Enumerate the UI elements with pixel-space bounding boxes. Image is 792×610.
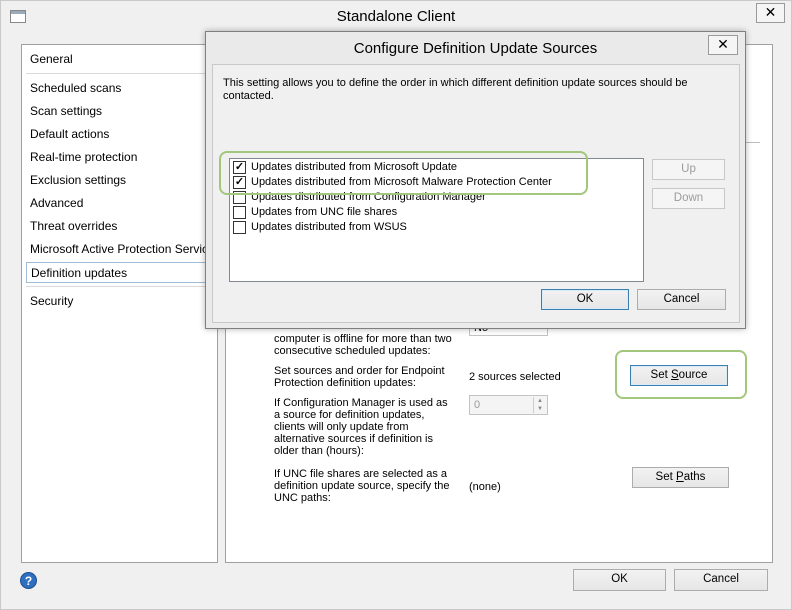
settings-nav-list: General Scheduled scans Scan settings De…	[21, 44, 218, 563]
ok-button[interactable]: OK	[573, 569, 666, 591]
cm-hours-value: 0	[474, 399, 481, 411]
nav-item-definition-updates[interactable]: Definition updates	[26, 262, 214, 283]
checked-sources-highlight	[219, 151, 588, 195]
nav-item-threat-overrides[interactable]: Threat overrides	[30, 216, 218, 237]
set-source-highlight	[615, 350, 747, 399]
nav-separator	[26, 286, 211, 287]
unc-paths-label: If UNC file shares are selected as a def…	[274, 468, 450, 504]
help-icon[interactable]: ?	[20, 572, 37, 589]
nav-item-real-time-protection[interactable]: Real-time protection	[30, 147, 218, 168]
nav-separator	[26, 73, 211, 74]
set-paths-label: Set	[655, 471, 677, 483]
group-divider	[746, 142, 760, 143]
dialog-description: This setting allows you to define the or…	[223, 77, 688, 102]
window-close-button[interactable]: ✕	[756, 3, 785, 23]
nav-item-maps[interactable]: Microsoft Active Protection Service	[30, 239, 218, 260]
move-down-button[interactable]: Down	[652, 188, 725, 209]
nav-item-general[interactable]: General	[30, 49, 218, 70]
configure-sources-dialog: Configure Definition Update Sources ✕ Th…	[205, 31, 746, 329]
dialog-close-button[interactable]: ✕	[708, 35, 738, 55]
move-up-button[interactable]: Up	[652, 159, 725, 180]
source-label: Updates distributed from WSUS	[251, 221, 407, 233]
checkbox-unchecked-icon[interactable]	[233, 206, 246, 219]
nav-item-exclusion-settings[interactable]: Exclusion settings	[30, 170, 218, 191]
nav-item-security[interactable]: Security	[30, 291, 218, 312]
nav-item-scan-settings[interactable]: Scan settings	[30, 101, 218, 122]
title-bar: Standalone Client ✕	[1, 1, 791, 32]
cm-hours-label: If Configuration Manager is used as a so…	[274, 397, 448, 457]
dialog-ok-button[interactable]: OK	[541, 289, 629, 310]
unc-paths-value: (none)	[469, 481, 501, 493]
nav-item-default-actions[interactable]: Default actions	[30, 124, 218, 145]
set-paths-accel: P	[676, 471, 684, 483]
stepper-down-icon[interactable]: ▼	[534, 405, 546, 413]
offline-update-label: computer is offline for more than two co…	[274, 333, 452, 357]
set-paths-label-rest: aths	[683, 471, 706, 483]
nav-item-scheduled-scans[interactable]: Scheduled scans	[30, 78, 218, 99]
cm-hours-stepper[interactable]: 0 ▲ ▼	[469, 395, 548, 415]
stepper-up-icon[interactable]: ▲	[534, 397, 546, 405]
window-title: Standalone Client	[336, 8, 456, 25]
sources-label: Set sources and order for Endpoint Prote…	[274, 365, 445, 389]
stepper-buttons: ▲ ▼	[533, 397, 546, 413]
dialog-title: Configure Definition Update Sources	[353, 40, 598, 57]
source-label: Updates from UNC file shares	[251, 206, 398, 218]
sources-value: 2 sources selected	[469, 371, 561, 383]
nav-item-advanced[interactable]: Advanced	[30, 193, 218, 214]
checkbox-unchecked-icon[interactable]	[233, 221, 246, 234]
dialog-cancel-button[interactable]: Cancel	[637, 289, 726, 310]
set-paths-button[interactable]: Set Paths	[632, 467, 729, 488]
cancel-button[interactable]: Cancel	[674, 569, 768, 591]
